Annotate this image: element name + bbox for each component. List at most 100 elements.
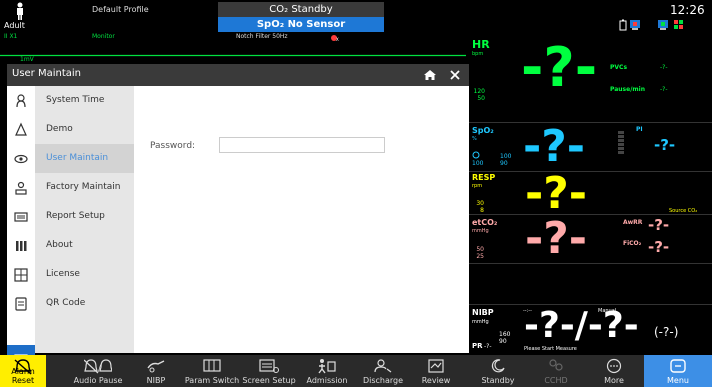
- hr-limit-low: 50: [477, 95, 485, 102]
- resp-unit: rpm: [472, 183, 483, 189]
- perfusion-icon: [472, 151, 480, 159]
- spo2-limit-high: 100: [500, 153, 512, 160]
- menu-item-report-setup[interactable]: Report Setup: [35, 202, 134, 231]
- divider: [469, 122, 712, 123]
- spo2-unit: %: [472, 136, 477, 142]
- user-maintain-dialog: User Maintain System Time Demo User Main…: [7, 64, 469, 375]
- profile-name[interactable]: Default Profile: [92, 5, 149, 14]
- menu-item-qr-code[interactable]: QR Code: [35, 289, 134, 318]
- screen-setup-button[interactable]: Screen Setup: [240, 355, 298, 387]
- pvcs-value: -?-: [660, 64, 668, 71]
- param-switch-button[interactable]: Param Switch: [184, 355, 240, 387]
- nibp-prompt: Please Start Measure: [524, 346, 577, 352]
- resp-label[interactable]: RESP: [472, 173, 495, 182]
- ecg-notch-filter[interactable]: Notch Filter 50Hz: [236, 33, 288, 40]
- spo2-label[interactable]: SpO₂: [472, 126, 494, 135]
- patient-type[interactable]: Adult: [4, 21, 25, 30]
- pace-icon: X: [331, 35, 339, 42]
- awrr-label: AwRR: [623, 219, 643, 226]
- pr-label: PR: [472, 342, 483, 350]
- menu-item-user-maintain[interactable]: User Maintain: [35, 144, 134, 173]
- nibp-label[interactable]: NIBP: [472, 308, 494, 317]
- menu-button[interactable]: Menu: [644, 355, 712, 387]
- hr-value[interactable]: -?-: [521, 38, 597, 98]
- nibp-icon: [147, 360, 165, 373]
- clock-icon[interactable]: [13, 93, 29, 109]
- resp-limit-low: 8: [480, 207, 484, 214]
- standby-icon: [491, 359, 505, 373]
- standby-button[interactable]: Standby: [470, 355, 526, 387]
- ecg-lead[interactable]: II X1: [4, 33, 17, 40]
- technical-alarm[interactable]: CO₂ Standby: [218, 2, 384, 17]
- admission-icon: [318, 359, 336, 374]
- menu-item-license[interactable]: License: [35, 260, 134, 289]
- home-icon[interactable]: [423, 68, 437, 82]
- discharge-button[interactable]: Discharge: [358, 355, 408, 387]
- menu-icon-column: [7, 86, 35, 375]
- etco2-label[interactable]: etCO₂: [472, 218, 497, 227]
- divider: [469, 263, 712, 264]
- grid-icon[interactable]: [13, 267, 29, 283]
- param-switch-icon: [203, 359, 221, 372]
- spo2-value[interactable]: -?-: [523, 122, 585, 172]
- param-switch-label: Param Switch: [184, 376, 240, 385]
- review-label: Review: [421, 376, 451, 385]
- printer-icon[interactable]: [13, 209, 29, 225]
- menu-item-about[interactable]: About: [35, 231, 134, 260]
- top-status-bar: Adult Default Profile CO₂ Standby SpO₂ N…: [0, 0, 712, 32]
- admission-button[interactable]: Admission: [302, 355, 352, 387]
- wifi-icon: [658, 20, 668, 30]
- battery-icon: [619, 19, 627, 31]
- nibp-value[interactable]: -?-/-?-: [524, 306, 639, 346]
- fico2-label: FiCO₂: [623, 240, 642, 247]
- discharge-icon: [374, 359, 392, 373]
- device-icon: [674, 20, 683, 29]
- awrr-value: -?-: [648, 216, 670, 234]
- more-button[interactable]: More: [586, 355, 642, 387]
- cchd-label: CCHD: [544, 376, 568, 385]
- spo2-extra-high: 100: [472, 160, 484, 167]
- cchd-button[interactable]: CCHD: [528, 355, 584, 387]
- network-icon: [630, 20, 640, 30]
- close-icon[interactable]: [448, 68, 462, 82]
- menu-item-demo[interactable]: Demo: [35, 115, 134, 144]
- hr-unit: bpm: [472, 51, 484, 57]
- etco2-value[interactable]: -?-: [525, 214, 587, 264]
- hr-label[interactable]: HR: [472, 38, 490, 51]
- ecg-filter-mode[interactable]: Monitor: [92, 33, 115, 40]
- bell-icon[interactable]: [13, 122, 29, 138]
- etco2-unit: mmHg: [472, 228, 489, 234]
- nibp-limit-low: 90: [499, 338, 507, 345]
- more-label: More: [604, 376, 624, 385]
- menu-item-factory-maintain[interactable]: Factory Maintain: [35, 173, 134, 202]
- nibp-button-label: NIBP: [146, 376, 166, 385]
- sensor-alarm[interactable]: SpO₂ No Sensor: [218, 17, 384, 32]
- nibp-mean: (-?-): [654, 325, 679, 339]
- resp-value[interactable]: -?-: [525, 170, 587, 218]
- adult-patient-icon[interactable]: [14, 2, 26, 20]
- etco2-limit-low: 25: [476, 253, 484, 260]
- eye-icon[interactable]: [13, 151, 29, 167]
- alarm-reset-button[interactable]: Alarm Reset: [0, 355, 46, 387]
- factory-icon[interactable]: [13, 180, 29, 196]
- cchd-icon: [549, 359, 563, 371]
- bars-icon[interactable]: [13, 238, 29, 254]
- maintain-menu: System Time Demo User Maintain Factory M…: [35, 86, 134, 353]
- etco2-limit-high: 50: [476, 246, 484, 253]
- screen-setup-label: Screen Setup: [242, 376, 296, 385]
- document-icon[interactable]: [13, 296, 29, 312]
- divider: [469, 171, 712, 172]
- audio-pause-button[interactable]: / Audio Pause: [72, 355, 124, 387]
- pvcs-label: PVCs: [610, 64, 628, 71]
- nibp-button[interactable]: NIBP: [134, 355, 178, 387]
- menu-item-system-time[interactable]: System Time: [35, 86, 134, 115]
- ecg-waveform: [0, 54, 466, 57]
- menu-icon: [670, 359, 686, 373]
- bottom-toolbar: Alarm Reset / Audio Pause NIBP Param Swi…: [0, 355, 712, 387]
- dialog-header: User Maintain: [7, 64, 469, 86]
- spo2-limit-low: 90: [500, 160, 508, 167]
- review-button[interactable]: Review: [416, 355, 456, 387]
- pi-value: -?-: [654, 136, 676, 154]
- password-input[interactable]: [219, 137, 385, 153]
- audio-pause-label: Audio Pause: [73, 376, 123, 385]
